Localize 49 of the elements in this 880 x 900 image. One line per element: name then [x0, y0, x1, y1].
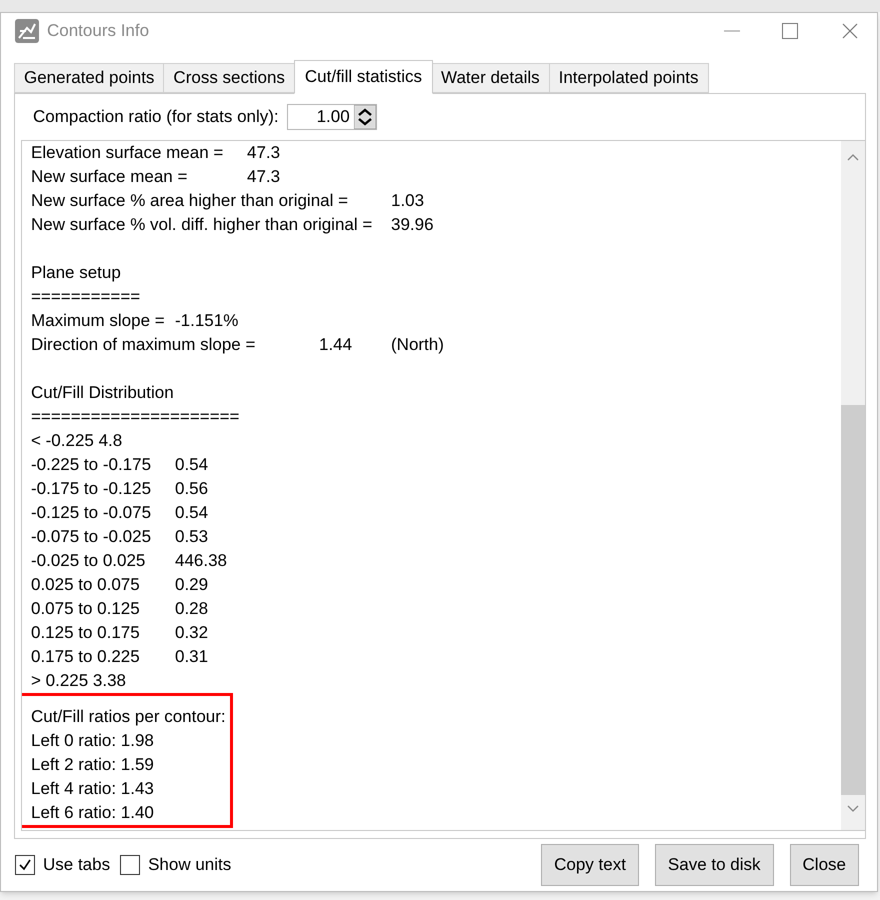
dialog-button[interactable]: Save to disk: [654, 844, 774, 886]
app-icon: [15, 19, 39, 43]
dialog-button[interactable]: Close: [790, 844, 859, 886]
report-line: New surface mean = 47.3: [31, 166, 280, 188]
report-line: -0.075 to -0.025 0.53: [31, 526, 208, 548]
report-line: < -0.225 4.8: [31, 430, 122, 452]
option-checkbox[interactable]: Show units: [120, 852, 232, 878]
report-line: -0.025 to 0.025 446.38: [31, 550, 227, 572]
report-line: -0.175 to -0.125 0.56: [31, 478, 208, 500]
report-line: Plane setup: [31, 262, 121, 284]
report-line: Cut/Fill ratios per contour:: [31, 706, 226, 728]
tab[interactable]: Water details: [431, 63, 550, 93]
scroll-up-icon: [847, 153, 859, 161]
compaction-label: Compaction ratio (for stats only):: [33, 106, 279, 128]
report-line: -0.125 to -0.075 0.54: [31, 502, 208, 524]
report-line: Left 0 ratio: 1.98: [31, 730, 154, 752]
minimize-icon: [724, 30, 740, 32]
report-line: Elevation surface mean = 47.3: [31, 142, 280, 164]
report-line: Left 4 ratio: 1.43: [31, 778, 154, 800]
report-line: 0.025 to 0.075 0.29: [31, 574, 208, 596]
report-line: Maximum slope = -1.151%: [31, 310, 238, 332]
checkmark-icon: [18, 858, 32, 872]
spinner-arrows-icon: [354, 105, 376, 129]
maximize-icon: [782, 23, 798, 39]
report-line: 0.075 to 0.125 0.28: [31, 598, 208, 620]
scroll-thumb[interactable]: [841, 405, 865, 795]
report-line: Cut/Fill Distribution: [31, 382, 174, 404]
report-line: New surface % vol. diff. higher than original = 39.96: [31, 214, 434, 236]
report-line: 0.125 to 0.175 0.32: [31, 622, 208, 644]
window-title: Contours Info: [47, 20, 150, 42]
report-line: Left 2 ratio: 1.59: [31, 754, 154, 776]
report-line: Left 6 ratio: 1.40: [31, 802, 154, 824]
scrollbar[interactable]: [841, 141, 865, 830]
report-line: 0.175 to 0.225 0.31: [31, 646, 208, 668]
report-line: New surface % area higher than original = 1.03: [31, 190, 424, 212]
close-icon: [842, 23, 858, 39]
report-line: Direction of maximum slope = 1.44 (North): [31, 334, 444, 356]
dialog-button[interactable]: Copy text: [541, 844, 639, 886]
tab[interactable]: Cross sections: [163, 63, 295, 93]
report-line: ===========: [31, 286, 140, 308]
report-line: =====================: [31, 406, 240, 428]
option-checkbox[interactable]: Use tabs: [15, 852, 110, 878]
report-line: > 0.225 3.38: [31, 670, 126, 692]
scroll-down-icon: [847, 805, 859, 813]
report-line: -0.225 to -0.175 0.54: [31, 454, 208, 476]
tab[interactable]: Generated points: [14, 63, 164, 93]
tab[interactable]: Interpolated points: [548, 63, 709, 93]
tab[interactable]: Cut/fill statistics: [294, 60, 434, 94]
compaction-spinner[interactable]: 1.00: [286, 104, 377, 130]
